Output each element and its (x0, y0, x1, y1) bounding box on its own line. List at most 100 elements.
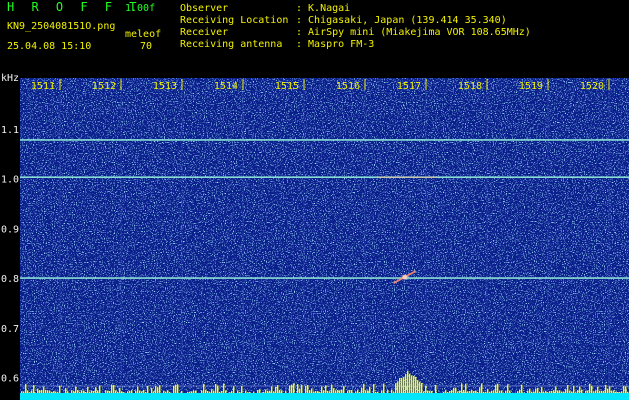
spectrum-bar (211, 389, 213, 393)
spectrum-bar (567, 385, 569, 393)
spectrum-bar (229, 392, 231, 393)
spectrum-bar (375, 391, 377, 393)
spectrum-bar (43, 387, 45, 393)
spectrum-bar (443, 391, 445, 393)
spectrum-bar (327, 390, 329, 393)
spectrum-bar (207, 390, 209, 393)
spectrum-bar (215, 384, 217, 393)
spectrum-bar (333, 388, 335, 393)
spectrum-bar (39, 390, 41, 393)
spectrum-bar (231, 391, 233, 393)
spectrum-bar (315, 391, 317, 393)
spectrum-bar (421, 382, 423, 393)
y-tick-label: 0.6 (1, 374, 19, 385)
spectrum-bar (143, 389, 145, 393)
spectrum-bar (581, 389, 583, 393)
capture-datetime: 25.04.08 15:10 (7, 41, 92, 52)
spectrum-bar (431, 390, 433, 393)
spectrum-bar (147, 386, 149, 393)
spectrum-bar (343, 386, 345, 393)
spectrum-bar (415, 376, 417, 393)
x-tick-label: 1514 (214, 81, 238, 92)
spectrum-bar (83, 390, 85, 393)
spectrum-bar (449, 391, 451, 393)
spectrum-bar (621, 391, 623, 393)
spectrum-bar (429, 391, 431, 393)
spectrum-bar (447, 392, 449, 393)
spectrum-bar (157, 387, 159, 393)
spectrum-bar (331, 384, 333, 393)
spectrum-bar (107, 390, 109, 393)
spectrum-bar (191, 391, 193, 393)
spectrum-bar (33, 385, 35, 393)
x-tick-label: 1513 (153, 81, 177, 92)
spectrum-bar (335, 390, 337, 393)
spectrum-bar (613, 390, 615, 393)
spectrum-bar (209, 391, 211, 393)
spectrum-bar (141, 391, 143, 393)
spectrum-bar (85, 391, 87, 393)
y-tick-label: 1.0 (1, 175, 19, 186)
spectrogram-svg: 1511 1512 1513 1514 1515 1516 1517 1518 1519 1520 (20, 78, 629, 400)
spectrum-bar (585, 390, 587, 393)
spectrum-bar (53, 391, 55, 393)
spectrum-bar (591, 385, 593, 393)
spectrum-bar (249, 391, 251, 393)
x-tick-label: 1520 (580, 81, 604, 92)
spectrum-bar (521, 384, 523, 393)
spectrum-bar (67, 391, 69, 393)
spectrum-bar (37, 388, 39, 393)
spectrum-bar (163, 390, 165, 393)
app-version: 1.00f (125, 3, 156, 14)
spectrum-bar (131, 390, 133, 393)
spectrum-bar (275, 386, 277, 393)
x-tick-label: 1515 (275, 81, 299, 92)
spectrum-bar (59, 385, 61, 393)
spectrum-bar (489, 391, 491, 393)
spectrum-bar (239, 391, 241, 393)
spectrum-bar (535, 388, 537, 393)
spectrum-bar (543, 391, 545, 393)
y-tick-label: 0.8 (1, 274, 19, 285)
spectrum-bar (359, 392, 361, 393)
spectrum-bar (373, 384, 375, 393)
spectrum-bar (541, 386, 543, 393)
spectrum-bar (225, 390, 227, 393)
spectrum-bar (393, 391, 395, 393)
spectrum-bar (245, 390, 247, 393)
spectrum-bar (153, 391, 155, 393)
spectrum-bar (419, 381, 421, 393)
spectrum-bar (459, 390, 461, 393)
spectrum-bar (609, 386, 611, 393)
spectrum-bar (301, 385, 303, 393)
spectrum-bar (455, 387, 457, 393)
spectrum-bar (293, 383, 295, 393)
spectrum-bar (175, 384, 177, 393)
spectrum-bar (187, 392, 189, 393)
spectrum-bar (595, 390, 597, 393)
spectrum-bar (89, 391, 91, 393)
spectrum-bar (203, 383, 205, 393)
spectrum-bar (409, 373, 411, 393)
spectrum-bar (213, 390, 215, 393)
spectrum-bar (337, 390, 339, 393)
spectrum-bar (625, 386, 627, 393)
spectrum-bar (465, 383, 467, 393)
spectrum-bar (27, 390, 29, 393)
spectrum-bar (273, 391, 275, 393)
spectrum-bar (463, 390, 465, 393)
spectrum-bar (599, 390, 601, 393)
spectrum-bar (257, 390, 259, 393)
spectrum-bar (483, 391, 485, 393)
spectrum-bar (31, 390, 33, 393)
spectrum-bar (135, 390, 137, 393)
spectrum-bar (77, 390, 79, 393)
spectrum-bar (495, 384, 497, 393)
spectrum-bar (93, 390, 95, 393)
spectrum-bar (313, 391, 315, 393)
spectrum-bar (247, 392, 249, 393)
spectrum-bar (281, 390, 283, 393)
spectrum-bar (117, 391, 119, 393)
spectrum-bar (87, 386, 89, 393)
spectrum-bar (45, 390, 47, 393)
